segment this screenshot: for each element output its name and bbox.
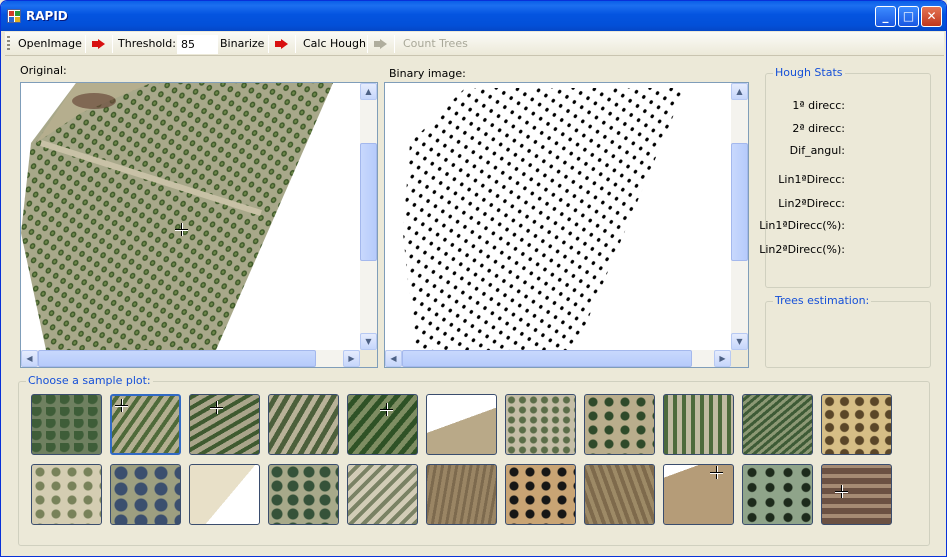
original-image-pane[interactable]: ▲ ▼ ◀ ▶ (20, 82, 378, 368)
toolbar-separator (112, 35, 113, 53)
sample-plot-thumbnail[interactable] (189, 464, 260, 525)
scroll-left-icon[interactable]: ◀ (21, 350, 38, 367)
vertical-scrollbar[interactable]: ▲ ▼ (731, 83, 748, 350)
scroll-down-icon[interactable]: ▼ (731, 333, 748, 350)
scroll-right-icon[interactable]: ▶ (343, 350, 360, 367)
arrow-right-icon (374, 39, 387, 49)
binary-label: Binary image: (389, 67, 466, 80)
crosshair-cursor-icon (710, 466, 723, 479)
scrollbar-thumb[interactable] (402, 350, 692, 367)
arrow-right-icon (275, 39, 288, 49)
title-bar[interactable]: RAPID _ □ ✕ (1, 1, 946, 31)
scrollbar-thumb[interactable] (360, 143, 377, 261)
sample-plot-thumbnail[interactable] (110, 464, 181, 525)
app-window: RAPID _ □ ✕ OpenImage Threshold: 85 Bina… (0, 0, 947, 557)
sample-plot-thumbnail[interactable] (347, 394, 418, 455)
sample-plot-thumbnail[interactable] (663, 464, 734, 525)
sample-plot-title: Choose a sample plot: (26, 374, 153, 387)
stat-lines-second-direction: Lin2ªDirecc: (778, 197, 845, 210)
sample-plot-thumbnail[interactable] (426, 464, 497, 525)
toolbar-separator (268, 35, 269, 53)
stat-lines-first-direction-pct: Lin1ªDirecc(%): (759, 219, 845, 232)
sample-plot-thumbnail[interactable] (347, 464, 418, 525)
crosshair-cursor-icon (380, 403, 393, 416)
trees-estimation-group: Trees estimation: (765, 294, 931, 368)
stat-lines-first-direction: Lin1ªDirecc: (778, 173, 845, 186)
crosshair-cursor-icon (175, 223, 188, 236)
hough-stats-title: Hough Stats (773, 66, 845, 79)
trees-estimation-title: Trees estimation: (773, 294, 872, 307)
sample-plot-thumbnail[interactable] (821, 394, 892, 455)
sample-plot-thumbnail[interactable] (31, 464, 102, 525)
binary-image (385, 83, 731, 350)
toolbar-separator (367, 35, 368, 53)
sample-plot-thumbnail[interactable] (189, 394, 260, 455)
scrollbar-thumb[interactable] (38, 350, 316, 367)
stat-lines-second-direction-pct: Lin2ªDirecc(%): (759, 243, 845, 256)
scroll-down-icon[interactable]: ▼ (360, 333, 377, 350)
scroll-up-icon[interactable]: ▲ (360, 83, 377, 100)
scroll-corner (360, 350, 377, 367)
sample-plot-thumbnail[interactable] (663, 394, 734, 455)
original-label: Original: (20, 64, 67, 77)
crosshair-cursor-icon (115, 399, 128, 412)
sample-plot-thumbnail[interactable] (426, 394, 497, 455)
binary-image-pane[interactable]: ▲ ▼ ◀ ▶ (384, 82, 749, 368)
sample-plot-thumbnail[interactable] (505, 464, 576, 525)
scroll-up-icon[interactable]: ▲ (731, 83, 748, 100)
sample-plot-thumbnail[interactable] (584, 394, 655, 455)
calc-hough-button[interactable]: Calc Hough (303, 36, 366, 52)
app-icon (7, 9, 21, 23)
open-image-button[interactable]: OpenImage (18, 36, 82, 52)
maximize-button[interactable]: □ (898, 6, 919, 27)
stat-angle-difference: Dif_angul: (789, 144, 845, 157)
toolbar: OpenImage Threshold: 85 Binarize Calc Ho… (5, 32, 944, 56)
stat-first-direction: 1ª direcc: (792, 99, 845, 112)
scroll-right-icon[interactable]: ▶ (714, 350, 731, 367)
toolbar-grip[interactable] (7, 36, 10, 52)
sample-plot-thumbnail[interactable] (268, 464, 339, 525)
threshold-label: Threshold: (118, 37, 176, 50)
sample-plot-thumbnail[interactable] (505, 394, 576, 455)
original-aerial-image (21, 83, 360, 350)
stat-second-direction: 2ª direcc: (792, 122, 845, 135)
sample-plot-thumbnail[interactable] (31, 394, 102, 455)
scroll-left-icon[interactable]: ◀ (385, 350, 402, 367)
crosshair-cursor-icon (835, 485, 848, 498)
arrow-right-icon (92, 39, 105, 49)
horizontal-scrollbar[interactable]: ◀ ▶ (21, 350, 360, 367)
sample-plot-thumbnail[interactable] (584, 464, 655, 525)
close-button[interactable]: ✕ (921, 6, 942, 27)
sample-plot-thumbnail[interactable] (268, 394, 339, 455)
sample-plot-thumbnail[interactable] (110, 394, 181, 455)
minimize-button[interactable]: _ (875, 6, 896, 27)
scroll-corner (731, 350, 748, 367)
toolbar-separator (394, 35, 395, 53)
binarize-button[interactable]: Binarize (220, 36, 264, 52)
toolbar-separator (85, 35, 86, 53)
window-title: RAPID (26, 9, 68, 23)
sample-plot-thumbnail[interactable] (821, 464, 892, 525)
vertical-scrollbar[interactable]: ▲ ▼ (360, 83, 377, 350)
count-trees-button[interactable]: Count Trees (403, 36, 468, 52)
toolbar-separator (295, 35, 296, 53)
threshold-input[interactable]: 85 (177, 35, 218, 54)
hough-stats-group: Hough Stats 1ª direcc: 2ª direcc: Dif_an… (759, 66, 931, 288)
horizontal-scrollbar[interactable]: ◀ ▶ (385, 350, 731, 367)
crosshair-cursor-icon (210, 401, 223, 414)
sample-plot-thumbnail[interactable] (742, 394, 813, 455)
sample-plot-thumbnail[interactable] (742, 464, 813, 525)
scrollbar-thumb[interactable] (731, 143, 748, 261)
